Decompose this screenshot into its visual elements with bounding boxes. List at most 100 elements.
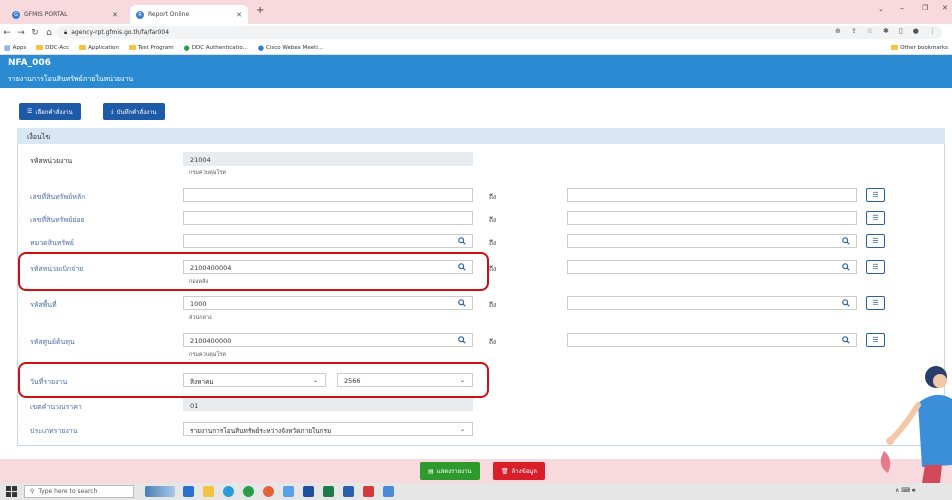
main-asset-from-input[interactable] (183, 188, 473, 202)
bookmark-apps[interactable]: ▦ Apps (4, 44, 26, 52)
system-tray-icons[interactable]: ∧ ⌨ 🔊︎ (895, 487, 916, 495)
asset-class-to-input[interactable] (567, 234, 857, 248)
highlight-disbursing-unit (18, 252, 489, 291)
area-code-to-label: ถึง (489, 301, 497, 309)
area-code-from-input[interactable]: 1000 (183, 296, 473, 310)
sub-asset-label: เลขที่สินทรัพย์ย่อย (30, 216, 85, 224)
search-icon[interactable] (842, 336, 850, 344)
search-icon[interactable] (842, 237, 850, 245)
outlook-icon[interactable] (303, 486, 314, 497)
app-icon[interactable] (283, 486, 294, 497)
sidebar-icon[interactable]: ▯ (899, 27, 903, 35)
address-bar[interactable]: 🔒︎ agency-rpt.gfmis.go.th/fa/far004 (56, 26, 942, 39)
cost-center-to-label: ถึง (489, 338, 497, 346)
webex-app-icon[interactable] (383, 486, 394, 497)
asset-class-list-button[interactable]: ☰ (866, 234, 885, 248)
main-asset-list-button[interactable]: ☰ (866, 188, 885, 202)
chevron-down-icon: ⌄ (459, 426, 465, 433)
cost-center-list-button[interactable]: ☰ (866, 333, 885, 347)
browser-tab-bar: G GFMIS PORTAL ✕ R Report Online ✕ + ⌄ –… (0, 0, 952, 24)
main-asset-to-input[interactable] (567, 188, 857, 202)
bookmark-cisco-webex[interactable]: ● Cisco Webex Meeti... (258, 44, 323, 52)
webex-icon: ● (257, 43, 264, 52)
new-tab-button[interactable]: + (256, 5, 264, 16)
file-explorer-icon[interactable] (203, 486, 214, 497)
tab-label: GFMIS PORTAL (24, 11, 68, 18)
search-icon[interactable] (842, 263, 850, 271)
panel-title: เงื่อนไข (17, 128, 945, 144)
word-icon[interactable] (343, 486, 354, 497)
list-icon: ☰ (27, 108, 33, 115)
select-command-button[interactable]: ☰ เลือกคำสั่งงาน (19, 103, 81, 120)
url-text: agency-rpt.gfmis.go.th/fa/far004 (71, 29, 170, 36)
extensions-icon[interactable]: ✱ (883, 27, 889, 35)
cost-center-to-input[interactable] (567, 333, 857, 347)
home-icon[interactable]: ⌂ (42, 28, 56, 38)
report-type-label: ประเภทรายงาน (30, 427, 78, 435)
bookmark-ddc-auth[interactable]: ● DDC Authenticatio... (184, 44, 248, 52)
main-asset-label: เลขที่สินทรัพย์หลัก (30, 193, 86, 201)
reload-icon[interactable]: ↻ (28, 28, 42, 38)
clear-data-button[interactable]: 🗑︎ ล้างข้อมูล (493, 462, 545, 480)
close-window-icon[interactable]: ✕ (942, 4, 948, 12)
tab-gfmis-portal[interactable]: G GFMIS PORTAL ✕ (6, 5, 124, 24)
firefox-icon[interactable] (263, 486, 274, 497)
main-asset-to-label: ถึง (489, 193, 497, 201)
search-icon[interactable] (458, 299, 466, 307)
share-icon[interactable]: ⇪ (851, 27, 857, 35)
area-name: ส่วนกลาง (189, 315, 212, 321)
tab-label: Report Online (148, 11, 190, 18)
excel-icon[interactable] (323, 486, 334, 497)
sub-asset-list-button[interactable]: ☰ (866, 211, 885, 225)
show-report-button[interactable]: ▤ แสดงรายงาน (420, 462, 480, 480)
folder-icon (128, 45, 136, 50)
cost-center-name: กรมควบคุมโรค (189, 352, 227, 358)
cost-center-from-input[interactable]: 2100400000 (183, 333, 473, 347)
taskbar-search[interactable]: ⚲ Type here to search (24, 485, 134, 498)
chrome-icon[interactable] (243, 486, 254, 497)
task-view-icon[interactable] (183, 486, 194, 497)
page-title: รายงานการโอนสินทรัพย์ภายในหน่วยงาน (8, 75, 134, 83)
search-icon[interactable] (458, 336, 466, 344)
powerpoint-icon[interactable] (363, 486, 374, 497)
menu-icon[interactable]: ⋮ (929, 27, 936, 35)
search-icon[interactable] (458, 237, 466, 245)
area-code-to-input[interactable] (567, 296, 857, 310)
list-icon: ☰ (872, 191, 879, 199)
maximize-icon[interactable]: ❐ (922, 4, 928, 12)
star-icon[interactable]: ☆ (867, 27, 873, 35)
bookmark-application[interactable]: Application (79, 45, 119, 51)
disbursing-unit-to-input[interactable] (567, 260, 857, 274)
tab-list-icon[interactable]: ⌄ (878, 5, 884, 13)
save-command-button[interactable]: ⤓ บันทึกคำสั่งงาน (103, 103, 165, 120)
person-illustration-icon (880, 366, 952, 483)
apps-grid-icon: ▦ (4, 43, 11, 52)
other-bookmarks[interactable]: Other bookmarks (891, 45, 948, 51)
list-icon: ☰ (872, 237, 879, 245)
bookmark-test-program[interactable]: Test Program (128, 45, 174, 51)
windows-start-icon[interactable] (6, 486, 17, 497)
sub-asset-from-input[interactable] (183, 211, 473, 225)
bookmark-ddc-acc[interactable]: DDC-Acc (36, 45, 69, 51)
back-arrow-icon[interactable]: ← (0, 28, 14, 38)
zoom-icon[interactable]: ⊕ (835, 27, 841, 35)
close-tab-icon[interactable]: ✕ (112, 11, 118, 19)
forward-arrow-icon[interactable]: → (14, 28, 28, 38)
close-tab-icon[interactable]: ✕ (236, 11, 242, 19)
asset-class-from-input[interactable] (183, 234, 473, 248)
weather-widget-icon[interactable] (145, 486, 175, 497)
list-icon: ☰ (872, 263, 879, 271)
sub-asset-to-input[interactable] (567, 211, 857, 225)
search-icon[interactable] (842, 299, 850, 307)
profile-icon[interactable]: ● (913, 27, 919, 35)
list-icon: ☰ (872, 336, 879, 344)
disbursing-unit-list-button[interactable]: ☰ (866, 260, 885, 274)
report-type-select[interactable]: รายงานการโอนสินทรัพย์ระหว่างจังหวัดภายใน… (183, 422, 473, 436)
minimize-icon[interactable]: – (900, 4, 904, 13)
sub-asset-to-label: ถึง (489, 216, 497, 224)
area-code-list-button[interactable]: ☰ (866, 296, 885, 310)
trash-icon: 🗑︎ (501, 467, 509, 475)
tab-report-online[interactable]: R Report Online ✕ (130, 5, 248, 24)
edge-icon[interactable] (223, 486, 234, 497)
depreciation-area-label: เขตคำนวณราคา (30, 403, 82, 411)
